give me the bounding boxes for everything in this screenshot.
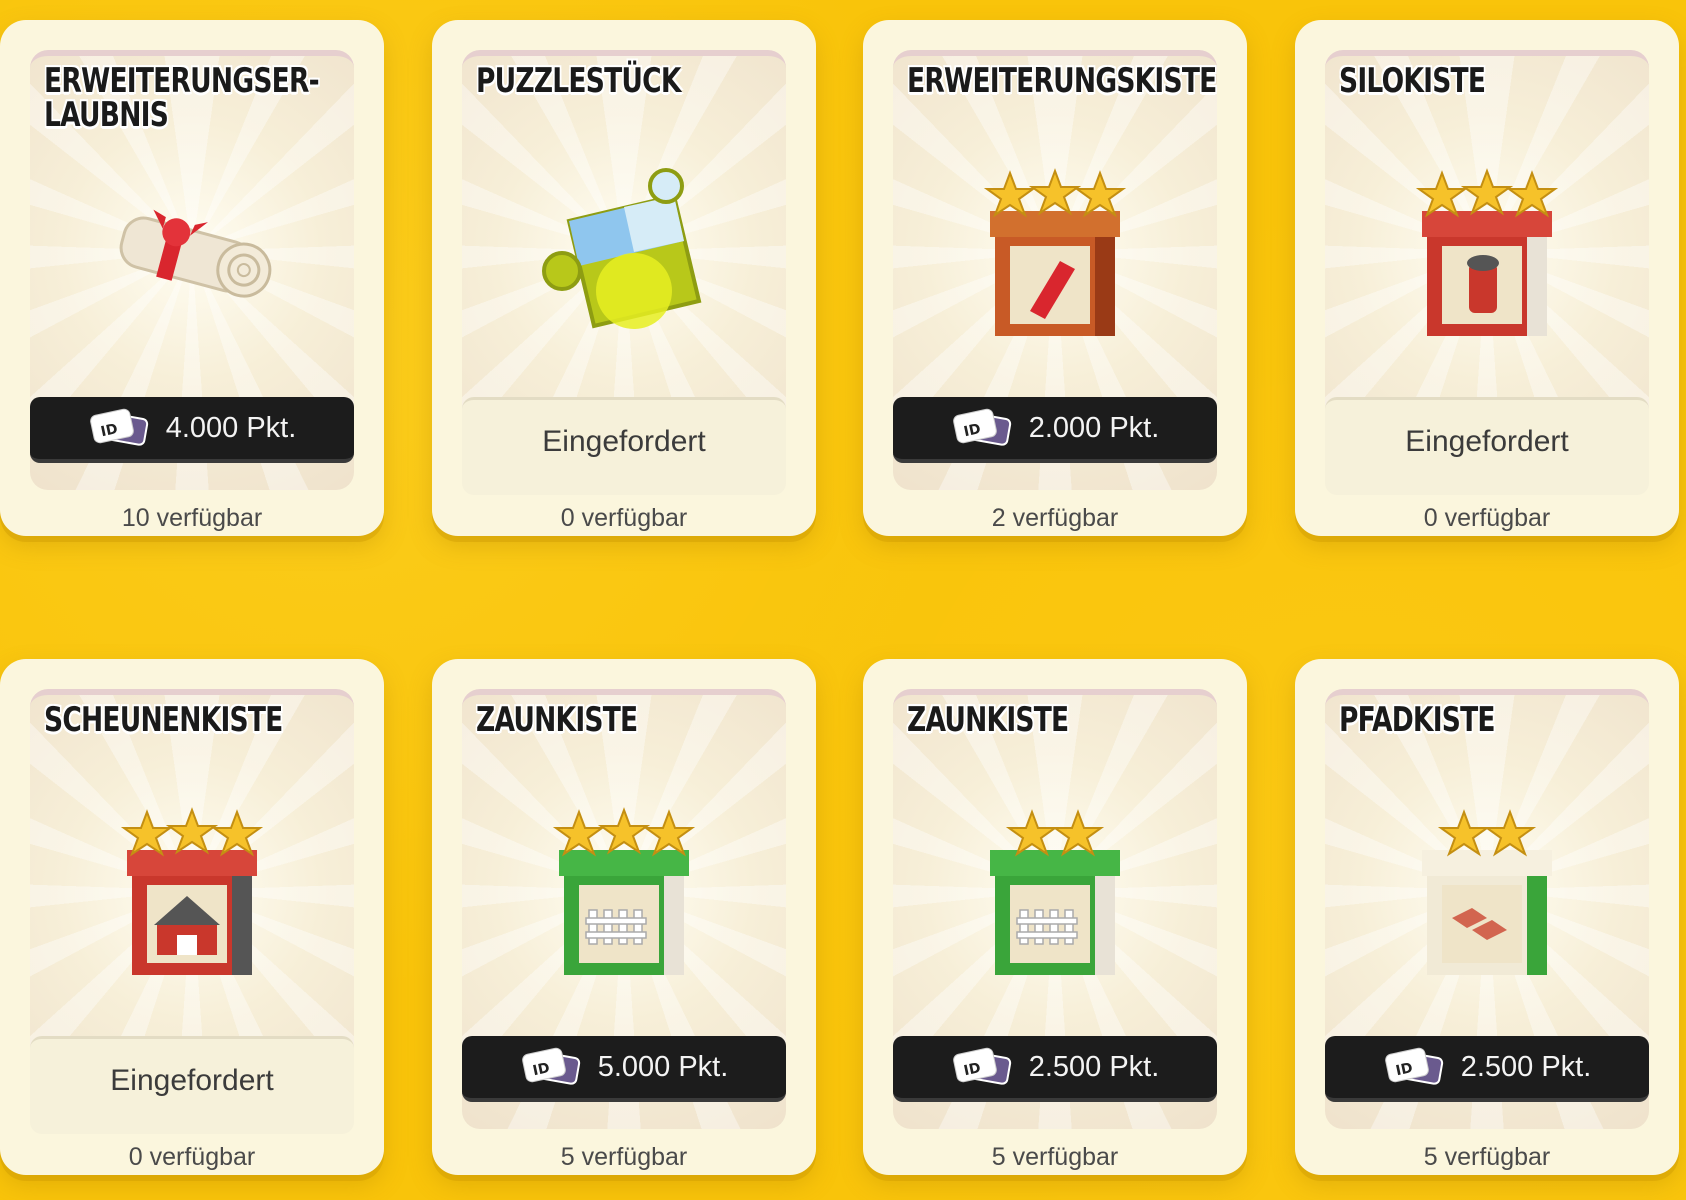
available-count: 10 verfügbar (121, 504, 263, 532)
price-label: 2.500 Pkt. (1028, 1050, 1160, 1083)
shop-card: SILOKISTE Eingefordert 0 verfügbar (1295, 20, 1679, 536)
svg-text:ID: ID (962, 1060, 982, 1079)
expansion-crate-icon (983, 168, 1127, 336)
card-title: ZAUNKISTE (476, 700, 638, 740)
available-count: 0 verfügbar (1423, 504, 1551, 532)
card-title: SCHEUNENKISTE (44, 700, 283, 740)
price-label: 2.500 Pkt. (1460, 1050, 1592, 1083)
buy-button[interactable]: ID 2.000 Pkt. (893, 397, 1217, 463)
card-title: ERWEITERUNGSER- LAUBNIS (44, 61, 320, 135)
id-card-icon: ID (89, 408, 148, 446)
shop-card: PFADKISTE ID 2.500 Pkt. 5 verfügbar (1295, 659, 1679, 1175)
card-title: SILOKISTE (1339, 61, 1486, 101)
card-title: PFADKISTE (1339, 700, 1496, 740)
shop-grid: ERWEITERUNGSER- LAUBNIS ID 4.000 Pkt. 10… (0, 0, 1686, 1200)
buy-button[interactable]: ID 2.500 Pkt. (893, 1036, 1217, 1102)
price-label: 4.000 Pkt. (165, 411, 297, 444)
buy-button[interactable]: ID 4.000 Pkt. (30, 397, 354, 463)
id-card-icon: ID (521, 1047, 580, 1085)
price-label: 2.000 Pkt. (1028, 411, 1160, 444)
path-crate-icon (1422, 809, 1552, 975)
silo-crate-icon (1415, 168, 1559, 336)
shop-card: ZAUNKISTE ID 5.000 Pkt. 5 verfügbar (432, 659, 816, 1175)
available-count: 5 verfügbar (560, 1143, 688, 1171)
claimed-status: Eingefordert (1325, 397, 1649, 495)
shop-card: ZAUNKISTE ID 2.500 Pkt. 5 verfügbar (863, 659, 1247, 1175)
id-card-icon: ID (952, 408, 1011, 446)
scroll-icon (119, 209, 272, 298)
available-count: 5 verfügbar (1423, 1143, 1551, 1171)
id-card-icon: ID (1384, 1047, 1443, 1085)
barn-crate-icon (120, 807, 264, 975)
shop-card: PUZZLESTÜCK Eingefordert 0 verfügbar (432, 20, 816, 536)
available-count: 0 verfügbar (560, 504, 688, 532)
available-count: 2 verfügbar (991, 504, 1119, 532)
fence-crate-icon (990, 809, 1120, 975)
svg-text:ID: ID (1394, 1060, 1414, 1079)
card-title: PUZZLESTÜCK (476, 61, 681, 101)
card-title: ZAUNKISTE (907, 700, 1069, 740)
shop-card: ERWEITERUNGSKISTE ID 2.000 Pkt. 2 verfüg (863, 20, 1247, 536)
shop-card: SCHEUNENKISTE Eingefordert 0 verfügbar (0, 659, 384, 1175)
id-card-icon: ID (952, 1047, 1011, 1085)
buy-button[interactable]: ID 5.000 Pkt. (462, 1036, 786, 1102)
shop-card: ERWEITERUNGSER- LAUBNIS ID 4.000 Pkt. 10… (0, 20, 384, 536)
available-count: 0 verfügbar (128, 1143, 256, 1171)
claimed-status: Eingefordert (462, 397, 786, 495)
fence-crate-icon (552, 807, 696, 975)
svg-text:ID: ID (99, 421, 119, 440)
price-label: 5.000 Pkt. (597, 1050, 729, 1083)
buy-button[interactable]: ID 2.500 Pkt. (1325, 1036, 1649, 1102)
available-count: 5 verfügbar (991, 1143, 1119, 1171)
card-title: ERWEITERUNGSKISTE (907, 61, 1217, 101)
puzzle-piece-icon (542, 168, 702, 329)
svg-text:ID: ID (531, 1060, 551, 1079)
claimed-status: Eingefordert (30, 1036, 354, 1134)
svg-text:ID: ID (962, 421, 982, 440)
